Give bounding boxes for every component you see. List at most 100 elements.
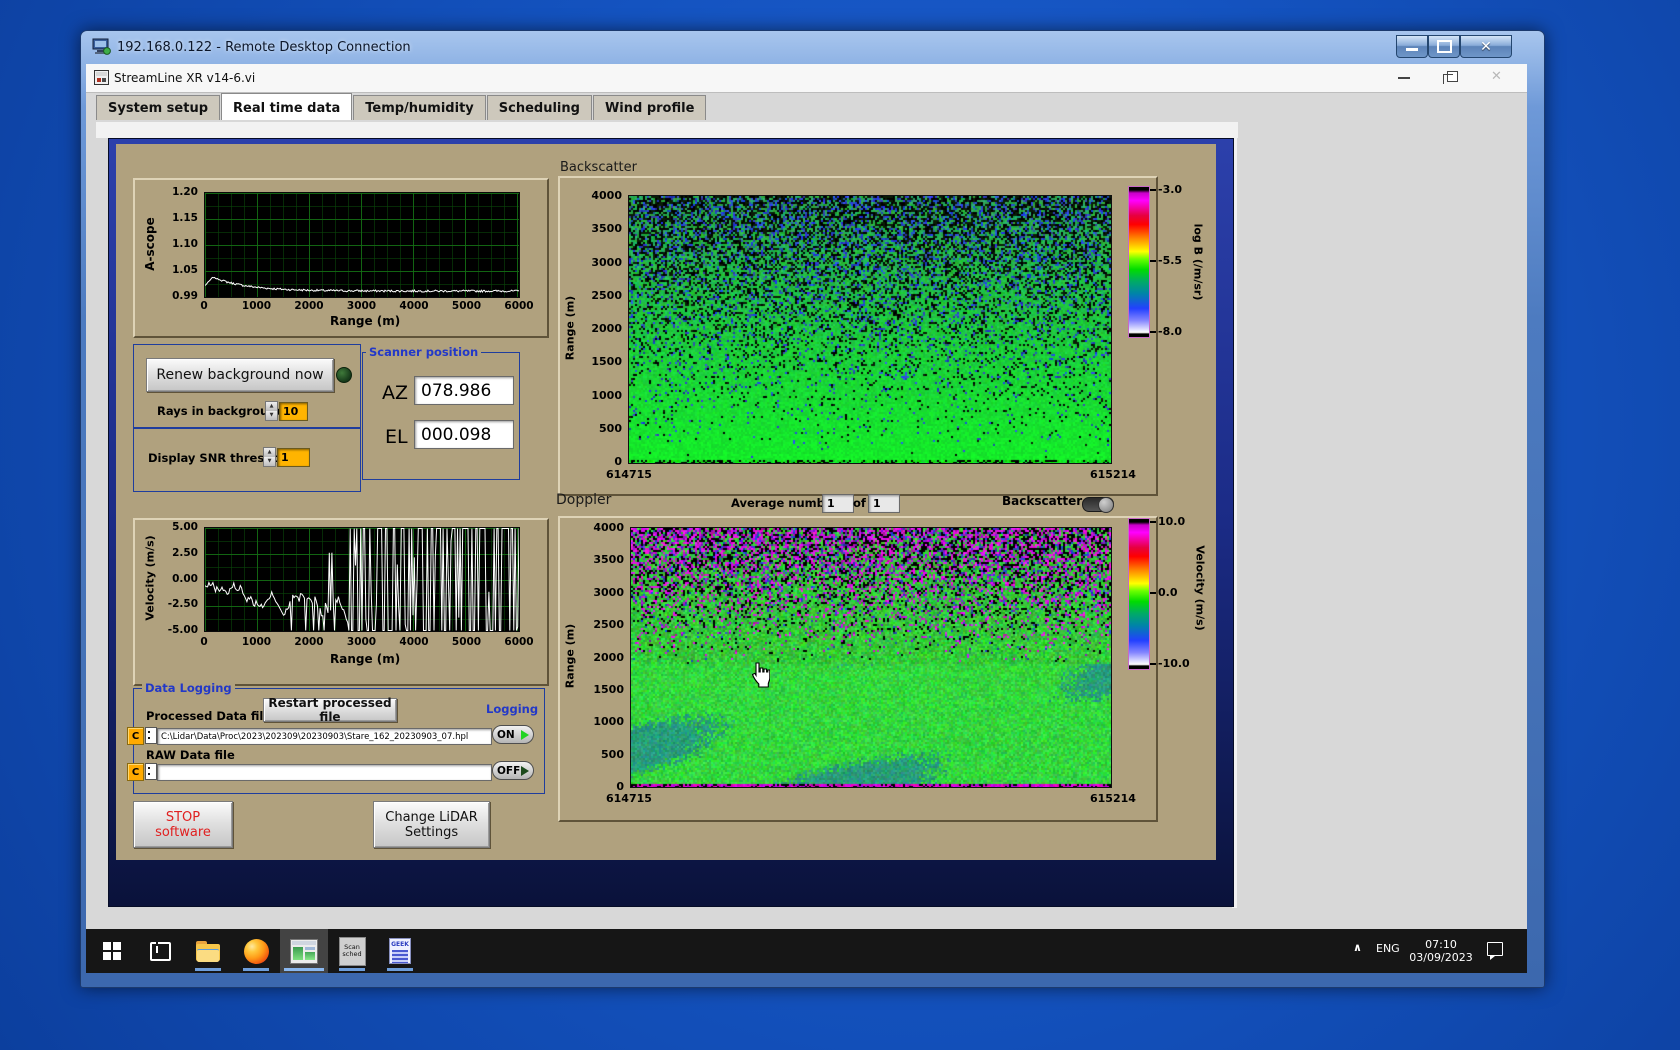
stop-software-button[interactable]: STOP software <box>133 801 233 848</box>
snr-spinner[interactable]: ▲▼ <box>263 447 276 467</box>
ascope-yticks: 1.201.151.101.050.99 <box>160 186 198 302</box>
el-value-field[interactable]: 000.098 <box>414 420 514 449</box>
backscatter-toggle-label: Backscatter <box>1002 494 1082 508</box>
of-label: of <box>853 496 866 510</box>
processed-logging-toggle-on[interactable]: ON <box>492 725 534 744</box>
tab-strip: System setupReal time dataTemp/humidityS… <box>96 93 707 122</box>
tab-system-setup[interactable]: System setup <box>96 95 220 120</box>
tick-label: 4000 <box>591 189 622 202</box>
ascope-line <box>205 193 519 297</box>
tray-clock[interactable]: 07:10 03/09/2023 <box>1405 934 1477 968</box>
tick-label: 3500 <box>593 553 624 566</box>
doppler-colorbar <box>1128 518 1150 670</box>
backscatter-cbar-label: log B (/m/sr) <box>1192 224 1205 301</box>
tab-scheduling[interactable]: Scheduling <box>487 95 592 120</box>
tray-language[interactable]: ENG <box>1376 942 1400 955</box>
rdp-restore-button[interactable] <box>1428 35 1460 58</box>
firefox-button[interactable] <box>232 929 280 973</box>
tick-label: 4000 <box>593 521 624 534</box>
az-label: AZ <box>382 382 408 404</box>
geek-app-icon: GEEK <box>389 938 411 964</box>
raw-data-file-label: RAW Data file <box>146 748 235 762</box>
snr-value-field[interactable]: 1 <box>277 448 310 467</box>
tick-label: 500 <box>601 748 624 761</box>
processed-data-file-label: Processed Data file <box>146 709 271 723</box>
doppler-cbar-label: Velocity (m/s) <box>1194 545 1207 630</box>
tab-wind-profile[interactable]: Wind profile <box>593 95 706 120</box>
tick-label: 2.50 <box>172 547 198 559</box>
tick-label: 2500 <box>591 289 622 302</box>
tick-label: 3500 <box>591 222 622 235</box>
drive-icon-raw[interactable]: C <box>127 763 144 781</box>
tick-label: 0 <box>614 455 622 468</box>
velocity-xticks: 0100020003000400050006000 <box>204 636 519 648</box>
data-logging-title: Data Logging <box>142 681 235 695</box>
tick-label: 5.00 <box>172 521 198 533</box>
ascope-xlabel: Range (m) <box>330 314 400 328</box>
rdp-close-button[interactable]: ✕ <box>1460 35 1512 58</box>
cbar-tick <box>1150 331 1156 333</box>
doppler-cbar-tick-bot: -10.0 <box>1158 657 1190 670</box>
backscatter-toggle-switch[interactable] <box>1082 497 1114 512</box>
cbar-tick <box>1150 189 1156 191</box>
processed-path-field[interactable]: C:\Lidar\Data\Proc\2023\202309\20230903\… <box>157 728 492 745</box>
cbar-tick <box>1150 592 1156 594</box>
rdp-window-title: 192.168.0.122 - Remote Desktop Connectio… <box>117 40 411 55</box>
doppler-heatmap <box>630 527 1112 788</box>
tick-label: 2000 <box>593 651 624 664</box>
renew-background-button[interactable]: Renew background now <box>146 358 334 392</box>
velocity-line <box>205 528 519 631</box>
doppler-cbar-tick-mid: 0.0 <box>1158 586 1178 599</box>
change-lidar-settings-button[interactable]: Change LiDAR Settings <box>373 801 490 848</box>
app-close-icon[interactable]: ✕ <box>1491 69 1502 84</box>
tray-chevron-icon[interactable]: ∧ <box>1353 941 1362 954</box>
doppler-yticks: 40003500300025002000150010005000 <box>580 521 624 793</box>
rays-spinner[interactable]: ▲▼ <box>265 401 278 421</box>
browse-icon-processed[interactable] <box>145 727 157 744</box>
task-view-button[interactable] <box>136 929 184 973</box>
ascope-xticks: 0100020003000400050006000 <box>204 300 519 312</box>
tick-label: 1500 <box>591 355 622 368</box>
tick-label: 1.05 <box>172 264 198 276</box>
streamline-app-button[interactable] <box>280 929 328 973</box>
scan-scheduler-button[interactable]: Scan sched <box>328 929 376 973</box>
app-minimize-icon[interactable] <box>1398 77 1410 79</box>
app-window-titlebar <box>86 64 1527 93</box>
change-line2: Settings <box>405 825 458 840</box>
scan-icon-text2: sched <box>342 951 361 958</box>
rdp-minimize-button[interactable] <box>1396 35 1428 58</box>
drive-icon-processed[interactable]: C <box>127 727 144 745</box>
change-line1: Change LiDAR <box>385 810 477 825</box>
velocity-plot <box>204 527 520 632</box>
cbar-tick <box>1150 521 1156 523</box>
tick-label: -2.50 <box>168 598 198 610</box>
backscatter-cbar-tick-top: -3.0 <box>1158 183 1182 196</box>
tick-label: -5.00 <box>168 624 198 636</box>
tab-real-time-data[interactable]: Real time data <box>221 93 352 120</box>
tick-label: 1.20 <box>172 186 198 198</box>
doppler-title: Doppler <box>556 492 611 508</box>
restart-processed-file-button[interactable]: Restart processed file <box>263 698 397 722</box>
raw-logging-toggle-off[interactable]: OFF <box>492 761 534 780</box>
notification-center-icon[interactable] <box>1487 942 1503 956</box>
cbar-tick <box>1150 260 1156 262</box>
average-number-field[interactable]: 1 <box>822 494 854 513</box>
az-value-field[interactable]: 078.986 <box>414 376 514 405</box>
raw-path-field[interactable] <box>157 764 492 781</box>
mouse-cursor-hand <box>748 662 770 688</box>
velocity-ylabel: Velocity (m/s) <box>144 535 157 620</box>
velocity-xlabel: Range (m) <box>330 652 400 666</box>
geek-app-button[interactable]: GEEK <box>376 929 424 973</box>
running-indicator <box>243 968 269 971</box>
file-explorer-icon <box>196 941 220 961</box>
stop-line2: software <box>155 825 211 840</box>
rays-value-field[interactable]: 10 <box>279 402 308 421</box>
tab-temp-humidity[interactable]: Temp/humidity <box>353 95 486 120</box>
backscatter-x-left: 614715 <box>606 468 652 481</box>
file-explorer-button[interactable] <box>184 929 232 973</box>
off-led-icon <box>521 766 529 776</box>
velocity-yticks: 5.002.500.00-2.50-5.00 <box>156 521 198 636</box>
average-total-field[interactable]: 1 <box>868 494 900 513</box>
start-button[interactable] <box>88 929 136 973</box>
browse-icon-raw[interactable] <box>145 763 157 780</box>
